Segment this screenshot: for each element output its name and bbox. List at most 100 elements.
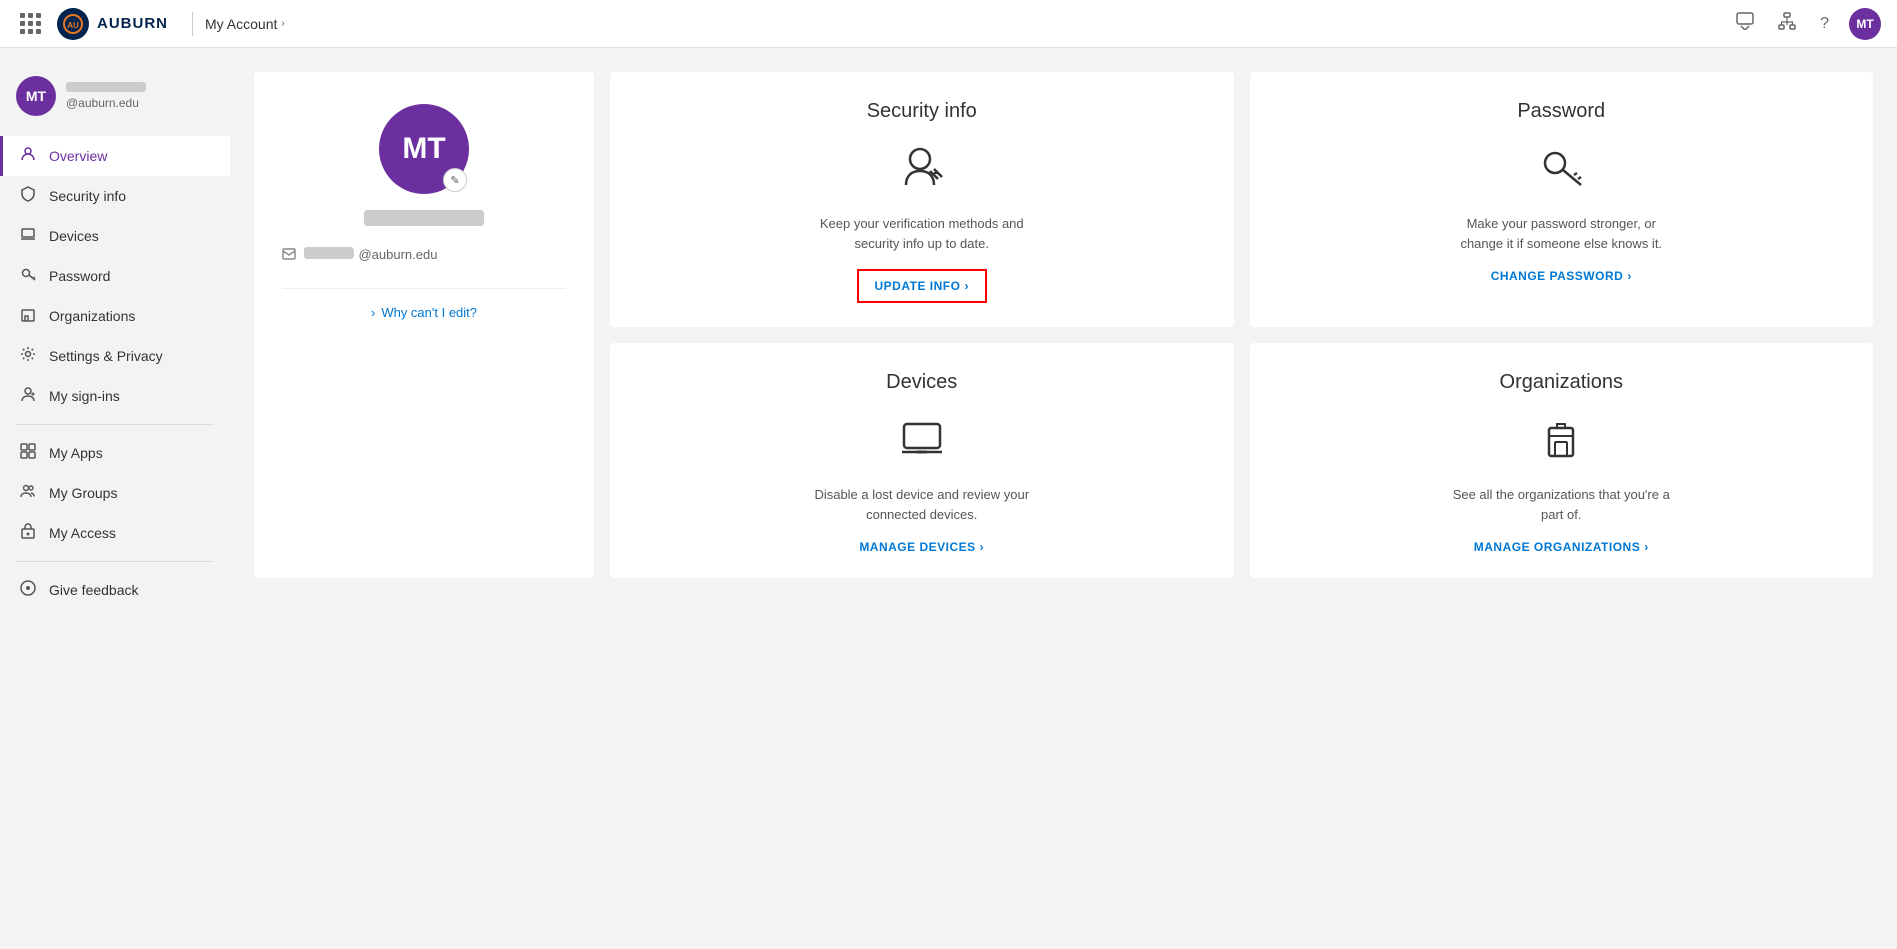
sidebar-item-signins[interactable]: My sign-ins (0, 376, 230, 416)
organizations-card-desc: See all the organizations that you're a … (1451, 485, 1671, 524)
sidebar-divider-2 (16, 561, 214, 562)
sidebar-item-label: Give feedback (49, 582, 139, 598)
sidebar-user-name-blurred (66, 82, 146, 92)
content-grid: MT ✎ @auburn.edu (254, 72, 1873, 578)
main-content: MT ✎ @auburn.edu (230, 48, 1897, 901)
security-info-card-title: Security info (867, 100, 977, 123)
security-info-card: Security info Keep your verification met… (610, 72, 1234, 327)
user-avatar-nav[interactable]: MT (1849, 8, 1881, 40)
security-info-card-desc: Keep your verification methods and secur… (812, 214, 1032, 253)
sidebar-nav: Overview Security info (0, 136, 230, 610)
key-icon (19, 266, 37, 286)
profile-avatar-wrap: MT ✎ (379, 104, 469, 194)
change-password-label: CHANGE PASSWORD (1491, 269, 1624, 283)
sidebar-item-label: Security info (49, 188, 126, 204)
sidebar-item-label: My Groups (49, 485, 117, 501)
password-card-icon (1537, 143, 1585, 198)
feedback-nav-icon[interactable] (1732, 8, 1758, 39)
nav-title-chevron: › (281, 18, 284, 29)
sidebar-item-settings[interactable]: Settings & Privacy (0, 336, 230, 376)
sidebar-item-feedback[interactable]: Give feedback (0, 570, 230, 610)
manage-organizations-arrow: › (1644, 540, 1649, 554)
svg-text:AU: AU (67, 21, 79, 30)
password-card: Password Make your password stronger, or… (1250, 72, 1874, 327)
devices-card: Devices Disable a lost device and review… (610, 343, 1234, 578)
why-edit-label: Why can't I edit? (381, 305, 477, 320)
signin-icon (19, 386, 37, 406)
devices-card-title: Devices (886, 371, 957, 394)
profile-divider (282, 288, 566, 289)
organizations-card-icon (1537, 414, 1585, 469)
profile-email-row: @auburn.edu (282, 246, 566, 264)
sidebar-item-label: My Apps (49, 445, 103, 461)
sidebar-item-label: Organizations (49, 308, 135, 324)
change-password-arrow: › (1627, 269, 1632, 283)
update-info-label: UPDATE INFO (875, 279, 961, 293)
sidebar-item-organizations[interactable]: Organizations (0, 296, 230, 336)
profile-name-blurred (364, 210, 484, 226)
password-card-desc: Make your password stronger, or change i… (1451, 214, 1671, 253)
devices-card-desc: Disable a lost device and review your co… (812, 485, 1032, 524)
email-icon (282, 247, 296, 264)
sidebar-avatar: MT (16, 76, 56, 116)
person-icon (19, 146, 37, 166)
auburn-logo-icon: AU (57, 8, 89, 40)
sidebar-divider (16, 424, 214, 425)
organizations-card: Organizations See all the organizations … (1250, 343, 1874, 578)
profile-card: MT ✎ @auburn.edu (254, 72, 594, 578)
help-nav-icon[interactable]: ? (1816, 11, 1833, 37)
sidebar-item-myaccess[interactable]: My Access (0, 513, 230, 553)
organizations-card-title: Organizations (1500, 371, 1623, 394)
sidebar-item-label: Settings & Privacy (49, 348, 163, 364)
sidebar-item-myapps[interactable]: My Apps (0, 433, 230, 473)
update-info-link[interactable]: UPDATE INFO › (857, 269, 987, 303)
update-info-arrow: › (964, 279, 969, 293)
change-password-link[interactable]: CHANGE PASSWORD › (1491, 269, 1632, 283)
manage-organizations-link[interactable]: MANAGE ORGANIZATIONS › (1474, 540, 1649, 554)
manage-devices-link[interactable]: MANAGE DEVICES › (859, 540, 984, 554)
building-icon (19, 306, 37, 326)
sidebar-item-password[interactable]: Password (0, 256, 230, 296)
sidebar-user: MT @auburn.edu (0, 64, 230, 136)
brand-logo: AU AUBURN (57, 8, 168, 40)
sidebar-item-label: My sign-ins (49, 388, 120, 404)
manage-devices-label: MANAGE DEVICES (859, 540, 975, 554)
access-icon (19, 523, 37, 543)
waffle-menu[interactable] (16, 9, 45, 38)
brand-name: AUBURN (97, 15, 168, 32)
sidebar-user-email: @auburn.edu (66, 96, 146, 110)
sidebar-user-info: @auburn.edu (66, 82, 146, 110)
sidebar-item-label: Password (49, 268, 110, 284)
nav-title-area[interactable]: My Account › (205, 16, 285, 32)
devices-card-icon (898, 414, 946, 469)
shield-icon (19, 186, 37, 206)
nav-right-actions: ? MT (1732, 8, 1881, 40)
nav-divider (192, 12, 193, 36)
gear-icon (19, 346, 37, 366)
profile-email-blurred-text: @auburn.edu (304, 246, 437, 264)
profile-why-edit[interactable]: › Why can't I edit? (371, 305, 477, 320)
security-info-card-icon (898, 143, 946, 198)
chevron-down-icon: › (371, 305, 375, 320)
sidebar-item-label: Overview (49, 148, 107, 164)
profile-edit-button[interactable]: ✎ (443, 168, 467, 192)
manage-devices-arrow: › (980, 540, 985, 554)
laptop-icon (19, 226, 37, 246)
top-nav: AU AUBURN My Account › ? MT (0, 0, 1897, 48)
sidebar-item-label: Devices (49, 228, 99, 244)
nav-title-text: My Account (205, 16, 277, 32)
sidebar-item-mygroups[interactable]: My Groups (0, 473, 230, 513)
profile-email-suffix: @auburn.edu (358, 247, 437, 262)
sidebar: MT @auburn.edu Overview (0, 48, 230, 901)
sidebar-item-security-info[interactable]: Security info (0, 176, 230, 216)
sidebar-item-overview[interactable]: Overview (0, 136, 230, 176)
group-icon (19, 483, 37, 503)
app-body: MT @auburn.edu Overview (0, 48, 1897, 901)
apps-icon (19, 443, 37, 463)
feedback-icon (19, 580, 37, 600)
sidebar-item-devices[interactable]: Devices (0, 216, 230, 256)
manage-organizations-label: MANAGE ORGANIZATIONS (1474, 540, 1640, 554)
org-nav-icon[interactable] (1774, 8, 1800, 39)
sidebar-item-label: My Access (49, 525, 116, 541)
password-card-title: Password (1517, 100, 1605, 123)
